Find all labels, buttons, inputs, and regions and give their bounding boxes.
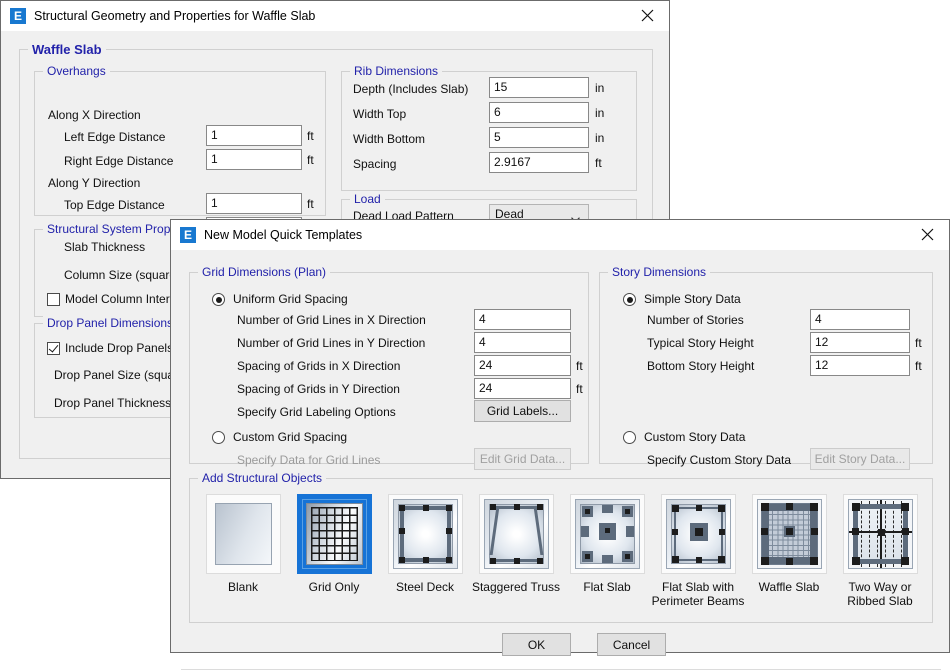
grid-lines-x-input[interactable]: 4: [474, 309, 571, 330]
grid-dimensions-legend: Grid Dimensions (Plan): [198, 265, 330, 279]
template-tile-blank[interactable]: [206, 494, 281, 574]
specify-grid-lines-data-label: Specify Data for Grid Lines: [237, 453, 380, 467]
bottom-story-height-input[interactable]: 12: [810, 355, 910, 376]
rib-width-top-input[interactable]: 6: [489, 102, 589, 123]
background-dialog-titlebar[interactable]: E Structural Geometry and Properties for…: [1, 1, 669, 31]
top-edge-distance-unit: ft: [307, 197, 314, 211]
rib-spacing-input[interactable]: 2.9167: [489, 152, 589, 173]
template-tile-grid-only[interactable]: [297, 494, 372, 574]
template-caption-two-way-ribbed: Two Way or Ribbed Slab: [825, 580, 935, 608]
left-edge-distance-unit: ft: [307, 129, 314, 143]
story-dimensions-legend: Story Dimensions: [608, 265, 710, 279]
rib-width-bottom-label: Width Bottom: [353, 132, 425, 146]
rib-spacing-unit: ft: [595, 156, 602, 170]
right-edge-distance-input[interactable]: 1: [206, 149, 302, 170]
specify-custom-story-data-label: Specify Custom Story Data: [647, 453, 791, 467]
slab-thickness-label: Slab Thickness: [64, 240, 145, 254]
drop-panel-dimensions-legend: Drop Panel Dimensions: [43, 316, 177, 330]
left-edge-distance-label: Left Edge Distance: [64, 130, 165, 144]
grid-labeling-options-label: Specify Grid Labeling Options: [237, 405, 396, 419]
number-of-stories-input[interactable]: 4: [810, 309, 910, 330]
load-legend: Load: [350, 192, 385, 206]
etabs-logo-icon: E: [180, 227, 196, 243]
drop-panel-size-label: Drop Panel Size (square): [54, 368, 189, 382]
new-model-quick-templates-dialog[interactable]: E New Model Quick Templates Grid Dimensi…: [170, 219, 950, 653]
left-edge-distance-input[interactable]: 1: [206, 125, 302, 146]
template-tile-waffle-slab[interactable]: [752, 494, 827, 574]
column-size-label: Column Size (square): [64, 268, 180, 282]
grid-spacing-x-unit: ft: [576, 359, 583, 373]
model-column-checkbox[interactable]: [47, 293, 60, 306]
custom-story-data-radio[interactable]: [623, 431, 636, 444]
foreground-dialog-titlebar[interactable]: E New Model Quick Templates: [171, 220, 949, 250]
rib-depth-unit: in: [595, 81, 604, 95]
bottom-story-height-unit: ft: [915, 359, 922, 373]
grid-spacing-y-unit: ft: [576, 382, 583, 396]
typical-story-height-input[interactable]: 12: [810, 332, 910, 353]
foreground-dialog-title: New Model Quick Templates: [204, 228, 362, 242]
grid-lines-y-label: Number of Grid Lines in Y Direction: [237, 336, 425, 350]
number-of-stories-label: Number of Stories: [647, 313, 744, 327]
edit-story-data-button[interactable]: Edit Story Data...: [810, 448, 910, 470]
rib-width-top-unit: in: [595, 106, 604, 120]
template-tile-flat-slab[interactable]: [570, 494, 645, 574]
uniform-grid-spacing-label: Uniform Grid Spacing: [233, 292, 348, 306]
two-way-ribbed-thumbnail-icon: [848, 499, 913, 569]
custom-grid-spacing-radio[interactable]: [212, 431, 225, 444]
rib-width-top-label: Width Top: [353, 107, 406, 121]
along-y-direction-label: Along Y Direction: [48, 176, 140, 190]
foreground-dialog-client: Grid Dimensions (Plan) Uniform Grid Spac…: [171, 250, 949, 652]
edit-grid-data-button[interactable]: Edit Grid Data...: [474, 448, 571, 470]
right-edge-distance-label: Right Edge Distance: [64, 154, 173, 168]
background-dialog-title: Structural Geometry and Properties for W…: [34, 9, 315, 23]
etabs-logo-icon: E: [10, 8, 26, 24]
grid-spacing-x-label: Spacing of Grids in X Direction: [237, 359, 400, 373]
right-edge-distance-unit: ft: [307, 153, 314, 167]
grid-labels-button[interactable]: Grid Labels...: [474, 400, 571, 422]
include-drop-panels-checkbox[interactable]: [47, 342, 60, 355]
along-x-direction-label: Along X Direction: [48, 108, 141, 122]
custom-grid-spacing-label: Custom Grid Spacing: [233, 430, 347, 444]
rib-depth-input[interactable]: 15: [489, 77, 589, 98]
template-tile-steel-deck[interactable]: [388, 494, 463, 574]
top-edge-distance-label: Top Edge Distance: [64, 198, 165, 212]
typical-story-height-unit: ft: [915, 336, 922, 350]
blank-thumbnail-icon: [211, 499, 276, 569]
grid-spacing-x-input[interactable]: 24: [474, 355, 571, 376]
grid-spacing-y-input[interactable]: 24: [474, 378, 571, 399]
simple-story-data-radio[interactable]: [623, 293, 636, 306]
close-icon[interactable]: [905, 220, 949, 249]
rib-dimensions-legend: Rib Dimensions: [350, 64, 442, 78]
waffle-slab-group-legend: Waffle Slab: [28, 42, 106, 57]
include-drop-panels-label: Include Drop Panels: [65, 341, 173, 355]
drop-panel-thickness-label: Drop Panel Thickness: [54, 396, 171, 410]
bottom-story-height-label: Bottom Story Height: [647, 359, 754, 373]
overhangs-legend: Overhangs: [43, 64, 110, 78]
rib-width-bottom-input[interactable]: 5: [489, 127, 589, 148]
flat-slab-thumbnail-icon: [575, 499, 640, 569]
grid-lines-x-label: Number of Grid Lines in X Direction: [237, 313, 426, 327]
rib-width-bottom-unit: in: [595, 131, 604, 145]
template-tile-flat-slab-perimeter[interactable]: [661, 494, 736, 574]
custom-story-data-label: Custom Story Data: [644, 430, 745, 444]
staggered-truss-thumbnail-icon: [484, 499, 549, 569]
close-icon[interactable]: [625, 1, 669, 30]
top-edge-distance-input[interactable]: 1: [206, 193, 302, 214]
grid-only-thumbnail-icon: [302, 499, 367, 569]
rib-spacing-label: Spacing: [353, 157, 396, 171]
grid-lines-y-input[interactable]: 4: [474, 332, 571, 353]
steel-deck-thumbnail-icon: [393, 499, 458, 569]
grid-spacing-y-label: Spacing of Grids in Y Direction: [237, 382, 400, 396]
simple-story-data-label: Simple Story Data: [644, 292, 741, 306]
typical-story-height-label: Typical Story Height: [647, 336, 754, 350]
flat-slab-perimeter-thumbnail-icon: [666, 499, 731, 569]
add-structural-objects-legend: Add Structural Objects: [198, 471, 326, 485]
uniform-grid-spacing-radio[interactable]: [212, 293, 225, 306]
template-tile-two-way-ribbed[interactable]: [843, 494, 918, 574]
rib-depth-label: Depth (Includes Slab): [353, 82, 468, 96]
template-tile-staggered-truss[interactable]: [479, 494, 554, 574]
waffle-slab-thumbnail-icon: [757, 499, 822, 569]
